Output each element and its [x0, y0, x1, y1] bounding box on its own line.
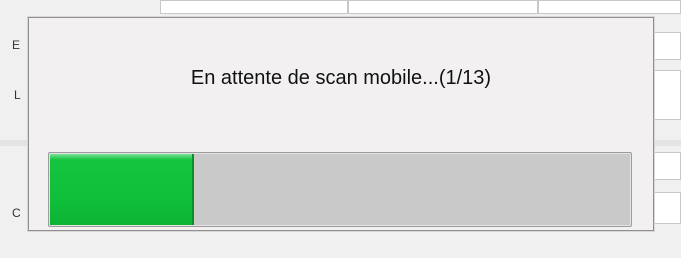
background-field	[654, 32, 681, 60]
background-field	[538, 0, 681, 14]
background-label: C	[12, 206, 21, 220]
progress-bar-fill	[50, 154, 194, 225]
background-field	[160, 0, 348, 14]
scan-progress-dialog: En attente de scan mobile...(1/13)	[28, 17, 654, 231]
scan-status-message: En attente de scan mobile...(1/13)	[190, 67, 492, 89]
background-field	[654, 70, 681, 120]
background-field	[654, 152, 681, 180]
background-label: L	[14, 88, 21, 102]
background-label: E	[12, 38, 21, 52]
background-field	[654, 192, 681, 224]
background-field	[348, 0, 538, 14]
scan-progress-bar	[48, 152, 632, 227]
